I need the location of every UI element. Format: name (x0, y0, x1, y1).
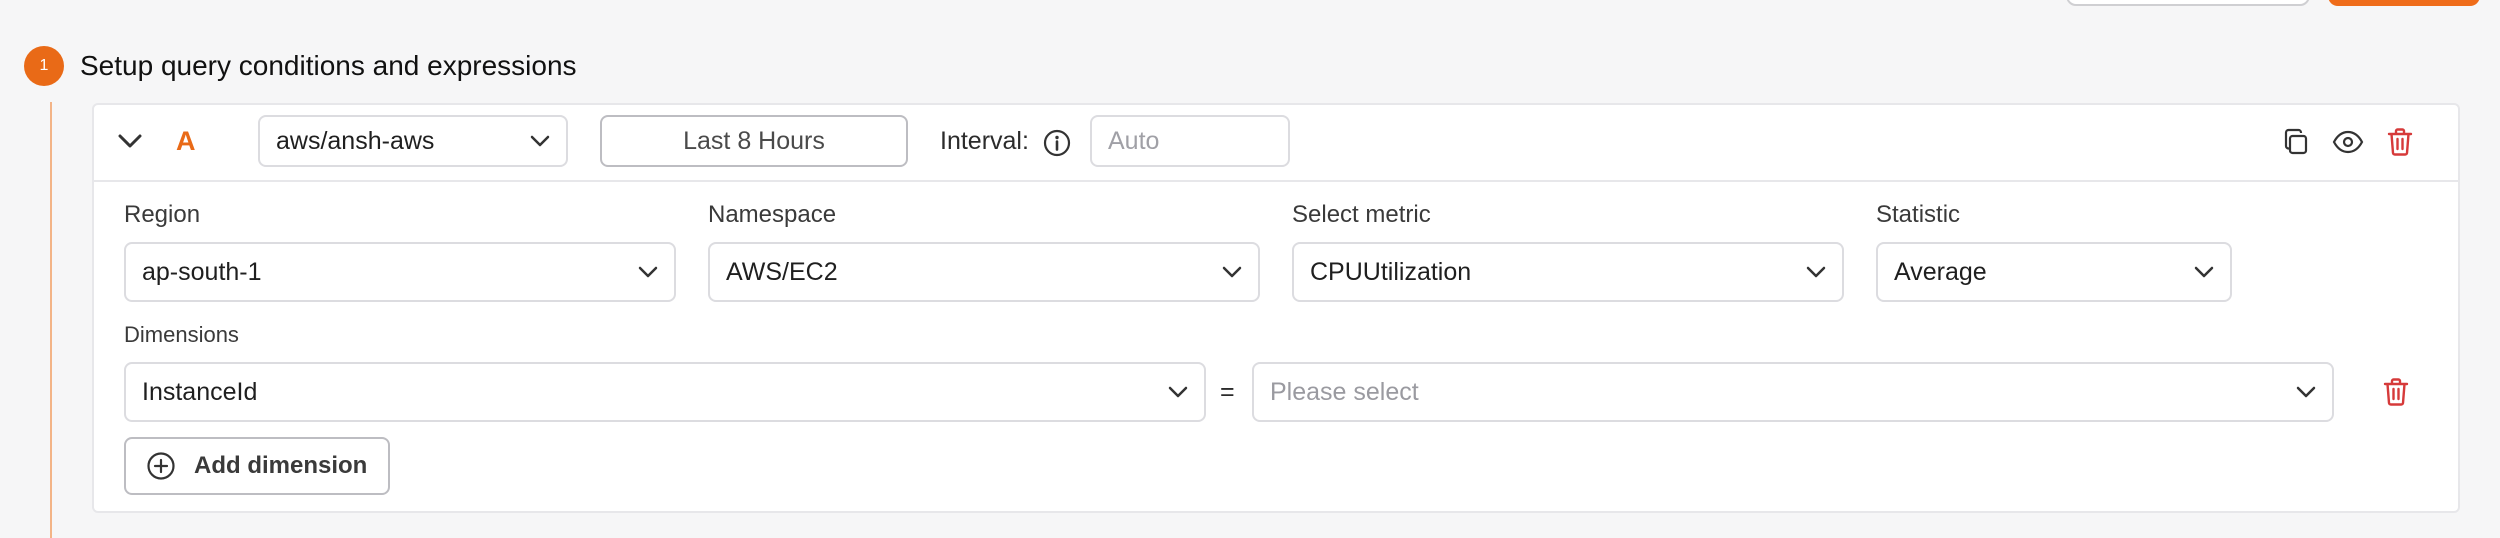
datasource-value: aws/ansh-aws (276, 126, 435, 155)
namespace-select[interactable]: AWS/EC2 (708, 242, 1260, 302)
chevron-down-icon (638, 266, 658, 278)
dimension-key-value: InstanceId (142, 377, 258, 406)
step-title: Setup query conditions and expressions (80, 50, 577, 81)
step-number: 1 (39, 57, 49, 74)
query-letter: A (176, 126, 196, 156)
interval-input[interactable]: Auto (1090, 115, 1290, 167)
statistic-label: Statistic (1876, 201, 1961, 228)
copy-icon[interactable] (2278, 124, 2314, 160)
metric-label: Select metric (1292, 201, 1431, 228)
dimension-value-placeholder: Please select (1270, 377, 1419, 406)
plus-circle-icon (146, 451, 176, 481)
time-range-button[interactable]: Last 8 Hours (600, 115, 908, 167)
chevron-down-icon (1222, 266, 1242, 278)
dimension-key-select[interactable]: InstanceId (124, 362, 1206, 422)
dimensions-label: Dimensions (124, 322, 239, 347)
chevron-down-icon (1806, 266, 1826, 278)
trash-icon[interactable] (2382, 124, 2418, 160)
namespace-label: Namespace (708, 201, 837, 228)
chevron-down-icon[interactable] (112, 126, 148, 156)
datasource-select[interactable]: aws/ansh-aws (258, 115, 568, 167)
dimension-operator: = (1220, 378, 1235, 406)
interval-label: Interval: (940, 127, 1029, 155)
add-dimension-button[interactable]: Add dimension (124, 437, 390, 495)
region-label: Region (124, 201, 201, 228)
top-primary-button[interactable] (2328, 0, 2480, 6)
statistic-select[interactable]: Average (1876, 242, 2232, 302)
step-number-badge: 1 (24, 46, 64, 86)
statistic-value: Average (1894, 257, 1987, 286)
metric-select[interactable]: CPUUtilization (1292, 242, 1844, 302)
chevron-down-icon (530, 135, 550, 147)
step-connector-line (50, 102, 52, 538)
chevron-down-icon (1168, 386, 1188, 398)
dimension-value-select[interactable]: Please select (1252, 362, 2334, 422)
add-dimension-label: Add dimension (194, 452, 368, 479)
region-select[interactable]: ap-south-1 (124, 242, 676, 302)
top-secondary-button[interactable] (2066, 0, 2310, 6)
metric-value: CPUUtilization (1310, 257, 1472, 286)
chevron-down-icon (2194, 266, 2214, 278)
region-value: ap-south-1 (142, 257, 262, 286)
interval-placeholder: Auto (1108, 126, 1160, 155)
info-icon[interactable] (1042, 128, 1072, 158)
chevron-down-icon (2296, 386, 2316, 398)
eye-icon[interactable] (2330, 124, 2366, 160)
card-header-divider (92, 180, 2460, 182)
namespace-value: AWS/EC2 (726, 257, 838, 286)
trash-icon[interactable] (2378, 374, 2414, 410)
